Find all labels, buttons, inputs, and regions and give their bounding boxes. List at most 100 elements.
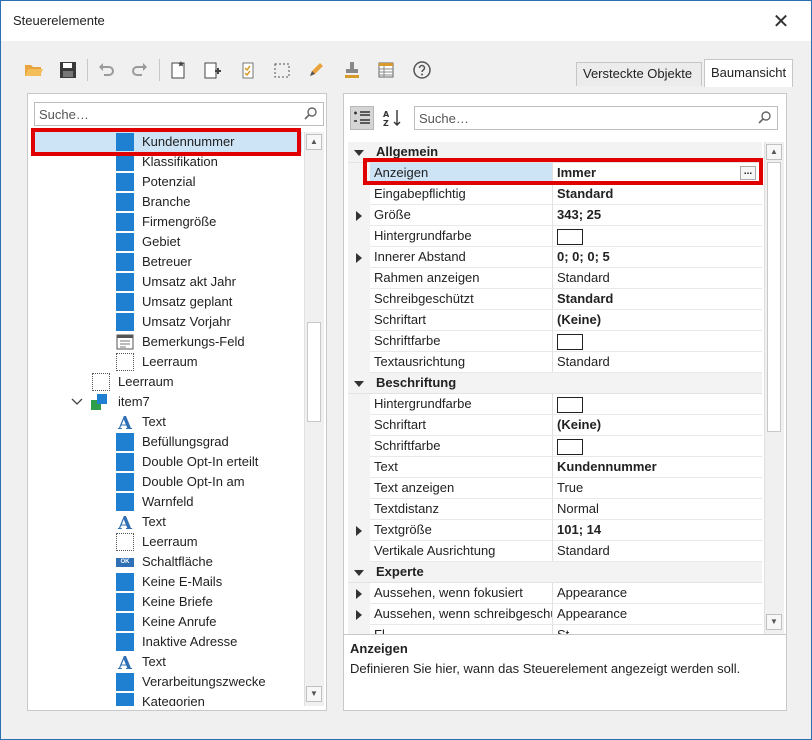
alphabetical-sort-button[interactable]: AZ <box>380 106 404 130</box>
tree-item[interactable]: OK Schaltfläche <box>32 552 302 572</box>
expand-icon[interactable] <box>356 211 362 221</box>
property-row[interactable]: Aussehen, wenn fokusiert Appearance <box>348 583 762 604</box>
close-icon[interactable]: ✕ <box>769 9 793 33</box>
property-value[interactable]: (Keine) <box>553 310 762 331</box>
tree-item[interactable]: Umsatz geplant <box>32 292 302 312</box>
property-row[interactable]: Text Kundennummer <box>348 457 762 478</box>
expand-icon[interactable] <box>356 610 362 620</box>
scroll-up-icon[interactable]: ▲ <box>766 144 782 160</box>
property-row[interactable]: Schriftfarbe <box>348 436 762 457</box>
property-value[interactable] <box>553 436 762 457</box>
property-row[interactable]: Schriftart (Keine) <box>348 415 762 436</box>
scroll-thumb[interactable] <box>767 162 781 432</box>
property-value[interactable]: Standard <box>553 541 762 562</box>
property-value[interactable]: Standard <box>553 268 762 289</box>
scroll-down-icon[interactable]: ▼ <box>766 614 782 630</box>
category-experte[interactable]: Experte <box>348 562 762 583</box>
property-row[interactable]: Innerer Abstand 0; 0; 0; 5 <box>348 247 762 268</box>
tree-item[interactable]: Inaktive Adresse <box>32 632 302 652</box>
tree-item[interactable]: Kategorien <box>32 692 302 706</box>
table-icon[interactable] <box>375 59 397 81</box>
collapse-icon[interactable] <box>354 570 364 576</box>
property-value[interactable]: 343; 25 <box>553 205 762 226</box>
tree-item[interactable]: Gebiet <box>32 232 302 252</box>
expand-icon[interactable] <box>356 526 362 536</box>
property-value[interactable]: Normal <box>553 499 762 520</box>
scroll-thumb[interactable] <box>307 322 321 422</box>
tree-item[interactable]: Befüllungsgrad <box>32 432 302 452</box>
new-document-icon[interactable] <box>167 59 189 81</box>
property-row[interactable]: Größe 343; 25 <box>348 205 762 226</box>
property-scrollbar[interactable]: ▲ ▼ <box>764 142 784 634</box>
tree-item[interactable]: Leerraum <box>32 352 302 372</box>
save-icon[interactable] <box>57 59 79 81</box>
scroll-down-icon[interactable]: ▼ <box>306 686 322 702</box>
property-row[interactable]: Schriftart (Keine) <box>348 310 762 331</box>
undo-icon[interactable] <box>95 59 117 81</box>
tree-item[interactable]: Leerraum <box>32 372 302 392</box>
property-value[interactable]: Appearance <box>553 583 762 604</box>
tree-item[interactable]: Branche <box>32 192 302 212</box>
stamp-icon[interactable] <box>341 59 363 81</box>
color-swatch[interactable] <box>557 229 583 246</box>
pencil-icon[interactable] <box>305 59 327 81</box>
property-row[interactable]: Textgröße 101; 14 <box>348 520 762 541</box>
property-value[interactable]: Standard <box>553 352 762 373</box>
tree-item[interactable]: Bemerkungs-Feld <box>32 332 302 352</box>
property-value[interactable] <box>553 226 762 247</box>
tree-item[interactable]: Umsatz Vorjahr <box>32 312 302 332</box>
property-value[interactable]: Kundennummer <box>553 457 762 478</box>
property-value[interactable] <box>553 394 762 415</box>
category-beschriftung[interactable]: Beschriftung <box>348 373 762 394</box>
checklist-icon[interactable] <box>237 59 259 81</box>
color-swatch[interactable] <box>557 439 583 456</box>
tree-item[interactable]: Double Opt-In erteilt <box>32 452 302 472</box>
property-value[interactable]: Appearance <box>553 604 762 625</box>
property-value[interactable]: (Keine) <box>553 415 762 436</box>
collapse-icon[interactable] <box>354 150 364 156</box>
tree-item[interactable]: A Text <box>32 652 302 672</box>
redo-icon[interactable] <box>129 59 151 81</box>
property-row[interactable]: Fl... St... <box>348 625 762 634</box>
property-value[interactable]: 101; 14 <box>553 520 762 541</box>
add-document-icon[interactable] <box>201 59 223 81</box>
categorized-view-button[interactable] <box>350 106 374 130</box>
color-swatch[interactable] <box>557 334 583 351</box>
tree-item-group[interactable]: item7 <box>32 392 302 412</box>
property-row[interactable]: Vertikale Ausrichtung Standard <box>348 541 762 562</box>
property-row[interactable]: Hintergrundfarbe <box>348 394 762 415</box>
property-value[interactable]: True <box>553 478 762 499</box>
tree-item[interactable]: Keine Anrufe <box>32 612 302 632</box>
tree-search-input[interactable]: Suche… <box>34 102 324 126</box>
tree-item[interactable]: Keine Briefe <box>32 592 302 612</box>
tree-item[interactable]: A Text <box>32 512 302 532</box>
property-row[interactable]: Schreibgeschützt Standard <box>348 289 762 310</box>
property-value[interactable]: St... <box>553 625 762 634</box>
property-row[interactable]: Schriftfarbe <box>348 331 762 352</box>
scroll-up-icon[interactable]: ▲ <box>306 134 322 150</box>
property-value[interactable] <box>553 331 762 352</box>
tree-item[interactable]: Leerraum <box>32 532 302 552</box>
property-row[interactable]: Text anzeigen True <box>348 478 762 499</box>
property-row[interactable]: Textausrichtung Standard <box>348 352 762 373</box>
tree-item[interactable]: Double Opt-In am <box>32 472 302 492</box>
tree-item[interactable]: Warnfeld <box>32 492 302 512</box>
tree-item[interactable]: Keine E-Mails <box>32 572 302 592</box>
collapse-icon[interactable] <box>354 381 364 387</box>
help-icon[interactable] <box>411 59 433 81</box>
property-row[interactable]: Textdistanz Normal <box>348 499 762 520</box>
property-row[interactable]: Rahmen anzeigen Standard <box>348 268 762 289</box>
tree-item[interactable]: Potenzial <box>32 172 302 192</box>
tree-item[interactable]: Umsatz akt Jahr <box>32 272 302 292</box>
tree-item[interactable]: Verarbeitungszwecke <box>32 672 302 692</box>
chevron-down-icon[interactable] <box>70 393 84 411</box>
tree-item[interactable]: Firmengröße <box>32 212 302 232</box>
property-row[interactable]: Hintergrundfarbe <box>348 226 762 247</box>
property-value[interactable]: Standard <box>553 184 762 205</box>
property-row[interactable]: Aussehen, wenn schreibgeschützt Appearan… <box>348 604 762 625</box>
tab-hidden-objects[interactable]: Versteckte Objekte <box>576 62 702 86</box>
property-row[interactable]: Eingabepflichtig Standard <box>348 184 762 205</box>
expand-icon[interactable] <box>356 253 362 263</box>
expand-icon[interactable] <box>356 589 362 599</box>
tab-tree-view[interactable]: Baumansicht <box>704 59 793 87</box>
